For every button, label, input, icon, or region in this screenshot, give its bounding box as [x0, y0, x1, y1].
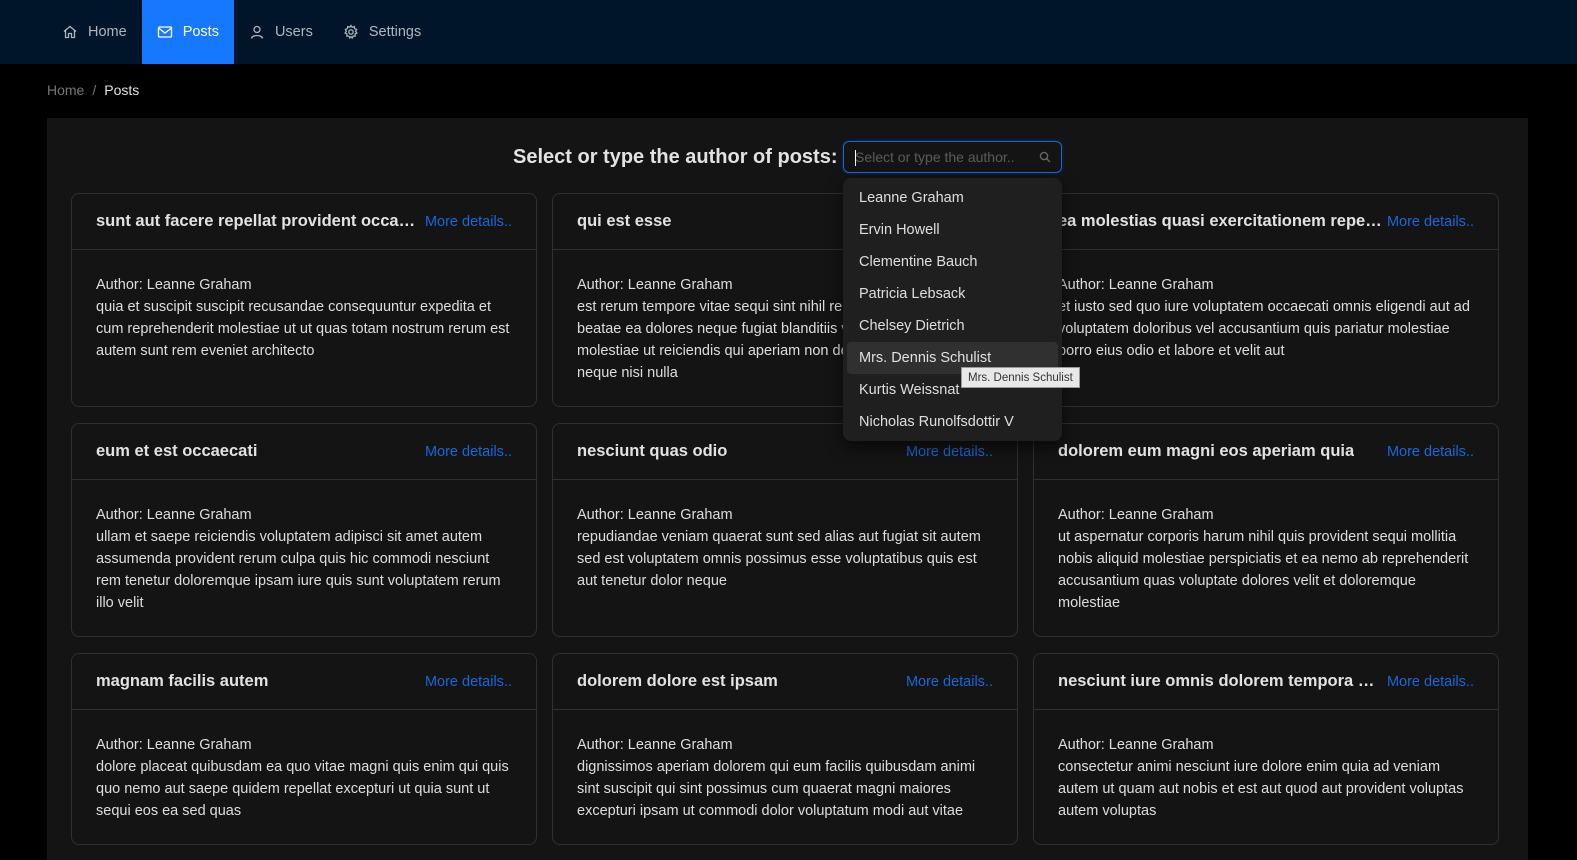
post-title: magnam facilis autem	[96, 672, 269, 690]
post-card: nesciunt iure omnis dolorem tempora et a…	[1033, 653, 1499, 845]
author-option[interactable]: Nicholas Runolfsdottir V	[847, 406, 1058, 438]
post-card-body: Author: Leanne Graham consectetur animi …	[1034, 710, 1498, 846]
more-details-link[interactable]: More details..	[1387, 674, 1474, 690]
post-body: quia et suscipit suscipit recusandae con…	[96, 299, 510, 359]
post-body: repudiandae veniam quaerat sunt sed alia…	[577, 529, 981, 589]
post-card: eum et est occaecati More details.. Auth…	[71, 423, 537, 637]
post-card-header: ea molestias quasi exercitationem repell…	[1034, 194, 1498, 250]
author-option[interactable]: Leanne Graham	[847, 182, 1058, 214]
post-title: sunt aut facere repellat provident occae…	[96, 212, 421, 230]
breadcrumb-home-link[interactable]: Home	[47, 82, 84, 98]
author-selector-label: Select or type the author of posts:	[513, 146, 838, 168]
author-option[interactable]: Chelsey Dietrich	[847, 310, 1058, 342]
post-card: magnam facilis autem More details.. Auth…	[71, 653, 537, 845]
post-card-header: nesciunt iure omnis dolorem tempora et a…	[1034, 654, 1498, 710]
gear-icon	[343, 24, 358, 40]
search-icon	[1039, 151, 1051, 163]
post-body: ullam et saepe reiciendis voluptatem adi…	[96, 529, 501, 611]
author-selector-row: Select or type the author of posts:	[47, 118, 1528, 196]
post-author: Author: Leanne Graham	[1058, 507, 1214, 523]
posts-content-panel: Select or type the author of posts: sunt…	[47, 118, 1528, 860]
post-author: Author: Leanne Graham	[577, 737, 733, 753]
author-option[interactable]: Ervin Howell	[847, 214, 1058, 246]
post-card-body: Author: Leanne Graham repudiandae veniam…	[553, 480, 1017, 616]
author-dropdown: Leanne Graham Ervin Howell Clementine Ba…	[843, 178, 1062, 441]
post-title: nesciunt iure omnis dolorem tempora et a…	[1058, 672, 1383, 690]
home-icon	[63, 25, 77, 39]
post-card: sunt aut facere repellat provident occae…	[71, 193, 537, 407]
more-details-link[interactable]: More details..	[906, 674, 993, 690]
post-author: Author: Leanne Graham	[96, 507, 252, 523]
post-author: Author: Leanne Graham	[1058, 277, 1214, 293]
post-author: Author: Leanne Graham	[96, 737, 252, 753]
more-details-link[interactable]: More details..	[425, 444, 512, 460]
post-card: nesciunt quas odio More details.. Author…	[552, 423, 1018, 637]
post-title: dolorem eum magni eos aperiam quia	[1058, 442, 1355, 460]
post-card-header: dolorem dolore est ipsam More details..	[553, 654, 1017, 710]
post-card-body: Author: Leanne Graham et iusto sed quo i…	[1034, 250, 1498, 386]
post-card-header: magnam facilis autem More details..	[72, 654, 536, 710]
nav-label-home: Home	[88, 24, 127, 40]
more-details-link[interactable]: More details..	[1387, 214, 1474, 230]
author-search-input[interactable]	[855, 142, 1035, 172]
breadcrumb-current: Posts	[104, 82, 140, 98]
nav-label-users: Users	[274, 24, 313, 40]
post-card-body: Author: Leanne Graham quia et suscipit s…	[72, 250, 536, 386]
post-card-body: Author: Leanne Graham dignissimos aperia…	[553, 710, 1017, 846]
post-card: ea molestias quasi exercitationem repell…	[1033, 193, 1499, 407]
post-card-header: dolorem eum magni eos aperiam quia More …	[1034, 424, 1498, 480]
author-option[interactable]: Patricia Lebsack	[847, 278, 1058, 310]
post-card: dolorem eum magni eos aperiam quia More …	[1033, 423, 1499, 637]
post-card-body: Author: Leanne Graham ut aspernatur corp…	[1034, 480, 1498, 638]
post-card-header: eum et est occaecati More details..	[72, 424, 536, 480]
more-details-link[interactable]: More details..	[425, 214, 512, 230]
post-card-header: sunt aut facere repellat provident occae…	[72, 194, 536, 250]
breadcrumb: Home / Posts	[47, 82, 139, 98]
post-card-body: Author: Leanne Graham dolore placeat qui…	[72, 710, 536, 846]
author-select[interactable]	[843, 141, 1062, 173]
author-option[interactable]: Clementine Bauch	[847, 246, 1058, 278]
more-details-link[interactable]: More details..	[425, 674, 512, 690]
post-body: dolore placeat quibusdam ea quo vitae ma…	[96, 759, 509, 819]
post-author: Author: Leanne Graham	[577, 507, 733, 523]
option-tooltip: Mrs. Dennis Schulist	[961, 367, 1080, 388]
mail-icon	[157, 26, 172, 38]
nav-label-settings: Settings	[368, 24, 422, 40]
post-body: et iusto sed quo iure voluptatem occaeca…	[1058, 299, 1470, 359]
nav-item-users[interactable]: Users	[234, 0, 328, 64]
nav-item-posts[interactable]: Posts	[141, 0, 234, 64]
post-title: ea molestias quasi exercitationem repell…	[1058, 212, 1383, 230]
post-card: dolorem dolore est ipsam More details.. …	[552, 653, 1018, 845]
post-body: ut aspernatur corporis harum nihil quis …	[1058, 529, 1469, 611]
post-body: dignissimos aperiam dolorem qui eum faci…	[577, 759, 976, 819]
post-title: dolorem dolore est ipsam	[577, 672, 778, 690]
user-icon	[250, 25, 264, 39]
text-cursor	[855, 150, 856, 166]
post-title: nesciunt quas odio	[577, 442, 728, 460]
more-details-link[interactable]: More details..	[1387, 444, 1474, 460]
breadcrumb-separator: /	[92, 82, 97, 98]
nav-label-posts: Posts	[182, 24, 219, 40]
top-navbar: Home Posts Users Settings	[0, 0, 1577, 64]
post-author: Author: Leanne Graham	[96, 277, 252, 293]
more-details-link[interactable]: More details..	[906, 444, 993, 460]
post-title: eum et est occaecati	[96, 442, 258, 460]
post-title: qui est esse	[577, 212, 672, 230]
nav-item-settings[interactable]: Settings	[328, 0, 436, 64]
post-body: consectetur animi nesciunt iure dolore e…	[1058, 759, 1464, 819]
post-author: Author: Leanne Graham	[1058, 737, 1214, 753]
nav-item-home[interactable]: Home	[47, 0, 142, 64]
post-card-body: Author: Leanne Graham ullam et saepe rei…	[72, 480, 536, 638]
